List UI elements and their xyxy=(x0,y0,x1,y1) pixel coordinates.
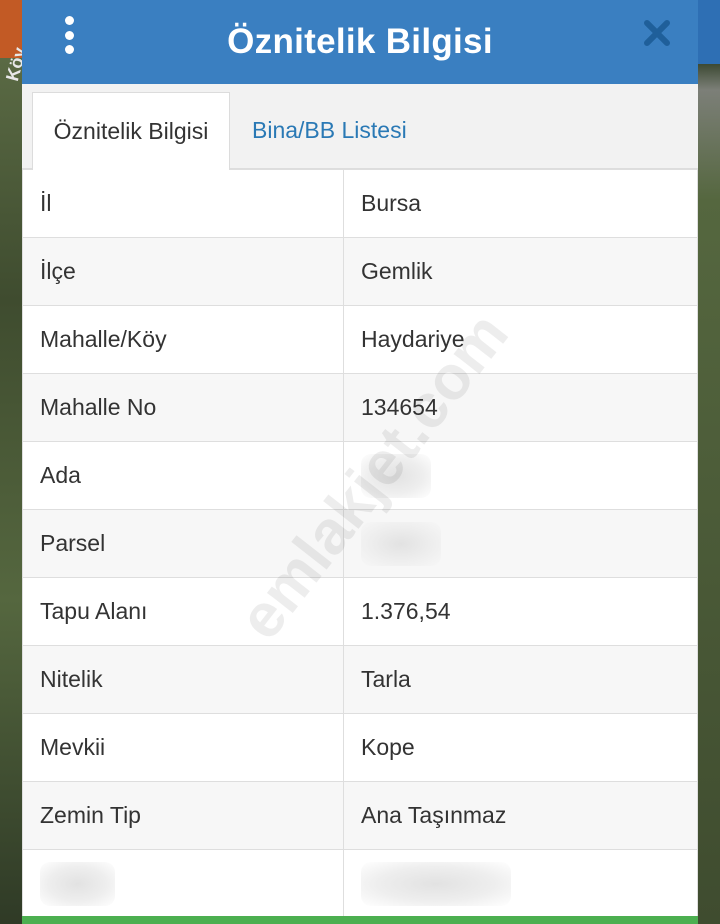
tab-bar: Öznitelik Bilgisi Bina/BB Listesi xyxy=(22,84,698,170)
row-key-redacted xyxy=(22,849,344,918)
row-key-zemin-tip: Zemin Tip xyxy=(22,781,344,850)
row-key-mahalle-koy: Mahalle/Köy xyxy=(22,305,344,374)
row-value-mevkii: Kope xyxy=(343,713,698,782)
table-row: Parsel xyxy=(22,509,698,578)
table-row: Mevkii Kope xyxy=(22,713,698,782)
bottom-bar xyxy=(22,916,698,924)
table-row: Mahalle/Köy Haydariye xyxy=(22,305,698,374)
row-value-mahalle-no: 134654 xyxy=(343,373,698,442)
redacted-value xyxy=(40,861,115,906)
table-row: İlçe Gemlik xyxy=(22,237,698,306)
table-row: Tapu Alanı 1.376,54 xyxy=(22,577,698,646)
table-row: Nitelik Tarla xyxy=(22,645,698,714)
row-value-tapu-alani: 1.376,54 xyxy=(343,577,698,646)
redacted-value xyxy=(361,453,431,498)
table-row: Mahalle No 134654 xyxy=(22,373,698,442)
row-value-parsel xyxy=(343,509,698,578)
kebab-menu-icon[interactable] xyxy=(58,16,80,54)
map-left-strip xyxy=(0,0,24,924)
row-key-ada: Ada xyxy=(22,441,344,510)
row-key-parsel: Parsel xyxy=(22,509,344,578)
row-key-nitelik: Nitelik xyxy=(22,645,344,714)
tab-bina-bb-listesi[interactable]: Bina/BB Listesi xyxy=(252,92,407,168)
panel-header: Öznitelik Bilgisi xyxy=(22,0,698,84)
table-row: İl Bursa xyxy=(22,169,698,238)
attribute-table: İl Bursa İlçe Gemlik Mahalle/Köy Haydari… xyxy=(22,169,698,918)
row-value-redacted xyxy=(343,849,698,918)
table-row: Ada xyxy=(22,441,698,510)
row-key-tapu-alani: Tapu Alanı xyxy=(22,577,344,646)
row-value-mahalle-koy: Haydariye xyxy=(343,305,698,374)
row-value-ilce: Gemlik xyxy=(343,237,698,306)
tab-oznitelik-bilgisi[interactable]: Öznitelik Bilgisi xyxy=(32,92,230,170)
table-row: Zemin Tip Ana Taşınmaz xyxy=(22,781,698,850)
map-right-strip xyxy=(698,0,720,924)
row-key-il: İl xyxy=(22,169,344,238)
table-row xyxy=(22,849,698,918)
close-icon[interactable] xyxy=(642,18,672,48)
attribute-panel: Öznitelik Bilgisi Öznitelik Bilgisi Bina… xyxy=(22,0,698,918)
panel-title: Öznitelik Bilgisi xyxy=(227,22,493,61)
redacted-value xyxy=(361,521,441,566)
row-key-mevkii: Mevkii xyxy=(22,713,344,782)
redacted-value xyxy=(361,861,511,906)
row-value-il: Bursa xyxy=(343,169,698,238)
row-key-ilce: İlçe xyxy=(22,237,344,306)
row-value-nitelik: Tarla xyxy=(343,645,698,714)
row-key-mahalle-no: Mahalle No xyxy=(22,373,344,442)
row-value-zemin-tip: Ana Taşınmaz xyxy=(343,781,698,850)
row-value-ada xyxy=(343,441,698,510)
